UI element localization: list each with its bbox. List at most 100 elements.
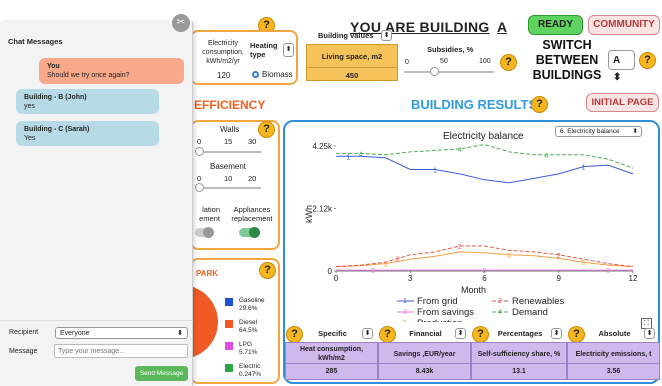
x-axis-label: Month [461, 285, 486, 295]
table-column-select[interactable]: ⬍ [362, 328, 373, 339]
efficiency-title: EFFICIENCY [194, 98, 266, 112]
y-tick-label: 2.12k [312, 205, 333, 214]
table-value-cell: 13.1 [471, 363, 567, 380]
header-building-letter: A [497, 19, 508, 35]
series-line-production [335, 251, 634, 268]
message-label: Message [9, 348, 38, 355]
x-tick-label: 6 [482, 274, 487, 283]
series-marker: 2 [557, 253, 561, 260]
help-icon-results[interactable]: ? [531, 96, 548, 113]
basement-slider-track[interactable] [196, 187, 261, 189]
series-marker: 2 [458, 244, 462, 251]
legend-marker: 3 [403, 309, 407, 316]
legend-marker: 4 [498, 309, 502, 316]
legend-label: Gasoline 29.6% [239, 297, 265, 312]
series-line-from-grid [336, 155, 634, 184]
send-message-button[interactable]: Send Message [135, 366, 188, 381]
help-icon-table[interactable]: ? [286, 326, 303, 343]
table-header: Specific [318, 329, 347, 338]
walls-tick-2: 30 [248, 137, 257, 146]
community-button[interactable]: COMMUNITY [588, 15, 660, 35]
y-tick-label: 0 [328, 267, 333, 276]
series-marker: 2 [396, 257, 400, 264]
chat-panel: Chat Messages You Should we try once aga… [0, 22, 193, 386]
chart-type-select[interactable]: 6. Electricity balance ⬍ [555, 126, 642, 137]
initial-page-button[interactable]: INITIAL PAGE [586, 93, 659, 112]
series-marker: 5 [582, 260, 586, 267]
updown-icon: ⬍ [177, 330, 183, 337]
insulation-toggle[interactable] [195, 227, 214, 238]
series-marker: 1 [433, 168, 437, 175]
legend-label: Production [417, 318, 462, 322]
basement-tick-0: 0 [197, 174, 202, 183]
table-value-cell: 3.56 [567, 363, 660, 380]
chat-message: Building - C (Sarah) Yes [16, 121, 159, 146]
walls-slider-track[interactable] [196, 151, 261, 153]
table-header: Absolute [598, 329, 631, 338]
chat-sender: Building - B (John) [24, 94, 87, 101]
legend-swatch [225, 320, 233, 328]
hide-chat-icon[interactable]: ✂ [172, 14, 190, 32]
ready-button[interactable]: READY [528, 15, 583, 35]
chat-sender: Building - C (Sarah) [24, 126, 90, 133]
legend-label: Demand [512, 307, 548, 318]
biomass-radio[interactable] [252, 71, 259, 78]
chart-title: Electricity balance [443, 131, 524, 142]
table-value-cell: 285 [285, 363, 378, 380]
consumption-card: Electricity consumption, kWh/m2/yr 120 H… [190, 30, 298, 85]
series-marker: 1 [346, 154, 350, 161]
table-header: Percentages [497, 329, 543, 338]
recipient-select[interactable]: Everyone ⬍ [55, 327, 188, 339]
table-column-select[interactable]: ⬍ [551, 328, 562, 339]
legend-swatch [225, 364, 233, 372]
help-icon-switch[interactable]: ? [639, 52, 656, 69]
appliances-toggle[interactable] [239, 227, 260, 238]
subsidies-slider-thumb[interactable] [429, 67, 439, 76]
park-pie [192, 285, 218, 359]
results-title: BUILDING RESULTS [411, 97, 538, 112]
help-icon-park[interactable]: ? [259, 262, 276, 279]
living-space-label: Living space, m2 [321, 52, 383, 61]
help-icon-table[interactable]: ? [568, 326, 585, 343]
table-metric-cell: Heat consumption, kWh/m2 [285, 342, 378, 364]
series-marker: 4 [458, 147, 462, 154]
efficiency-card: Walls 0 15 30 Basement 0 10 20 lation em… [190, 120, 280, 250]
table-column-select[interactable]: ⬍ [455, 328, 466, 339]
series-marker: 4 [544, 153, 548, 160]
switch-buildings-label: SWITCH BETWEEN BUILDINGS [532, 38, 602, 82]
legend-label: From savings [417, 307, 474, 318]
help-icon-table[interactable]: ? [379, 326, 396, 343]
help-icon-building-values[interactable]: ? [500, 54, 517, 71]
table-metric-cell: Self-sufficiency share, % [471, 342, 567, 364]
consumption-label: Electricity consumption, kWh/m2/yr [202, 40, 244, 65]
building-switch-select[interactable]: A ⬍ [608, 50, 635, 83]
basement-tick-2: 20 [248, 174, 257, 183]
building-values-select[interactable]: ⬍ [381, 30, 392, 41]
series-marker: 1 [582, 165, 586, 172]
legend-label: LPG 5.71% [239, 341, 258, 356]
help-icon-table[interactable]: ? [472, 326, 489, 343]
subsidies-slider-track[interactable] [404, 71, 494, 73]
recipient-label: Recipient [9, 329, 39, 336]
help-icon-efficiency[interactable]: ? [258, 121, 275, 138]
electricity-balance-chart: Electricity balance02.12k4.25k0 3 6 9 12Mont… [304, 131, 638, 322]
basement-slider-thumb[interactable] [195, 183, 204, 192]
legend-marker: 5 [403, 320, 407, 322]
message-input[interactable] [54, 344, 188, 358]
appliances-label: Appliances replacement [231, 205, 273, 223]
walls-slider-thumb[interactable] [195, 147, 204, 156]
legend-label: Diesel 64.5% [239, 319, 258, 334]
series-marker: 3 [483, 268, 487, 275]
walls-tick-1: 15 [224, 137, 233, 146]
table-metric-cell: Electricity emissions, t [567, 342, 660, 364]
basement-tick-1: 10 [224, 174, 233, 183]
y-tick-label: 4.25k [312, 142, 333, 151]
living-space-divider [307, 67, 397, 68]
heating-select[interactable]: ⬍ [283, 43, 294, 57]
legend-swatch [225, 298, 233, 306]
chat-divider [0, 320, 193, 321]
subsidies-min: 0 [405, 59, 409, 66]
table-value-cell: 8.43k [378, 363, 471, 380]
series-marker: 5 [507, 253, 511, 260]
table-column-select[interactable]: ⬍ [644, 328, 655, 339]
